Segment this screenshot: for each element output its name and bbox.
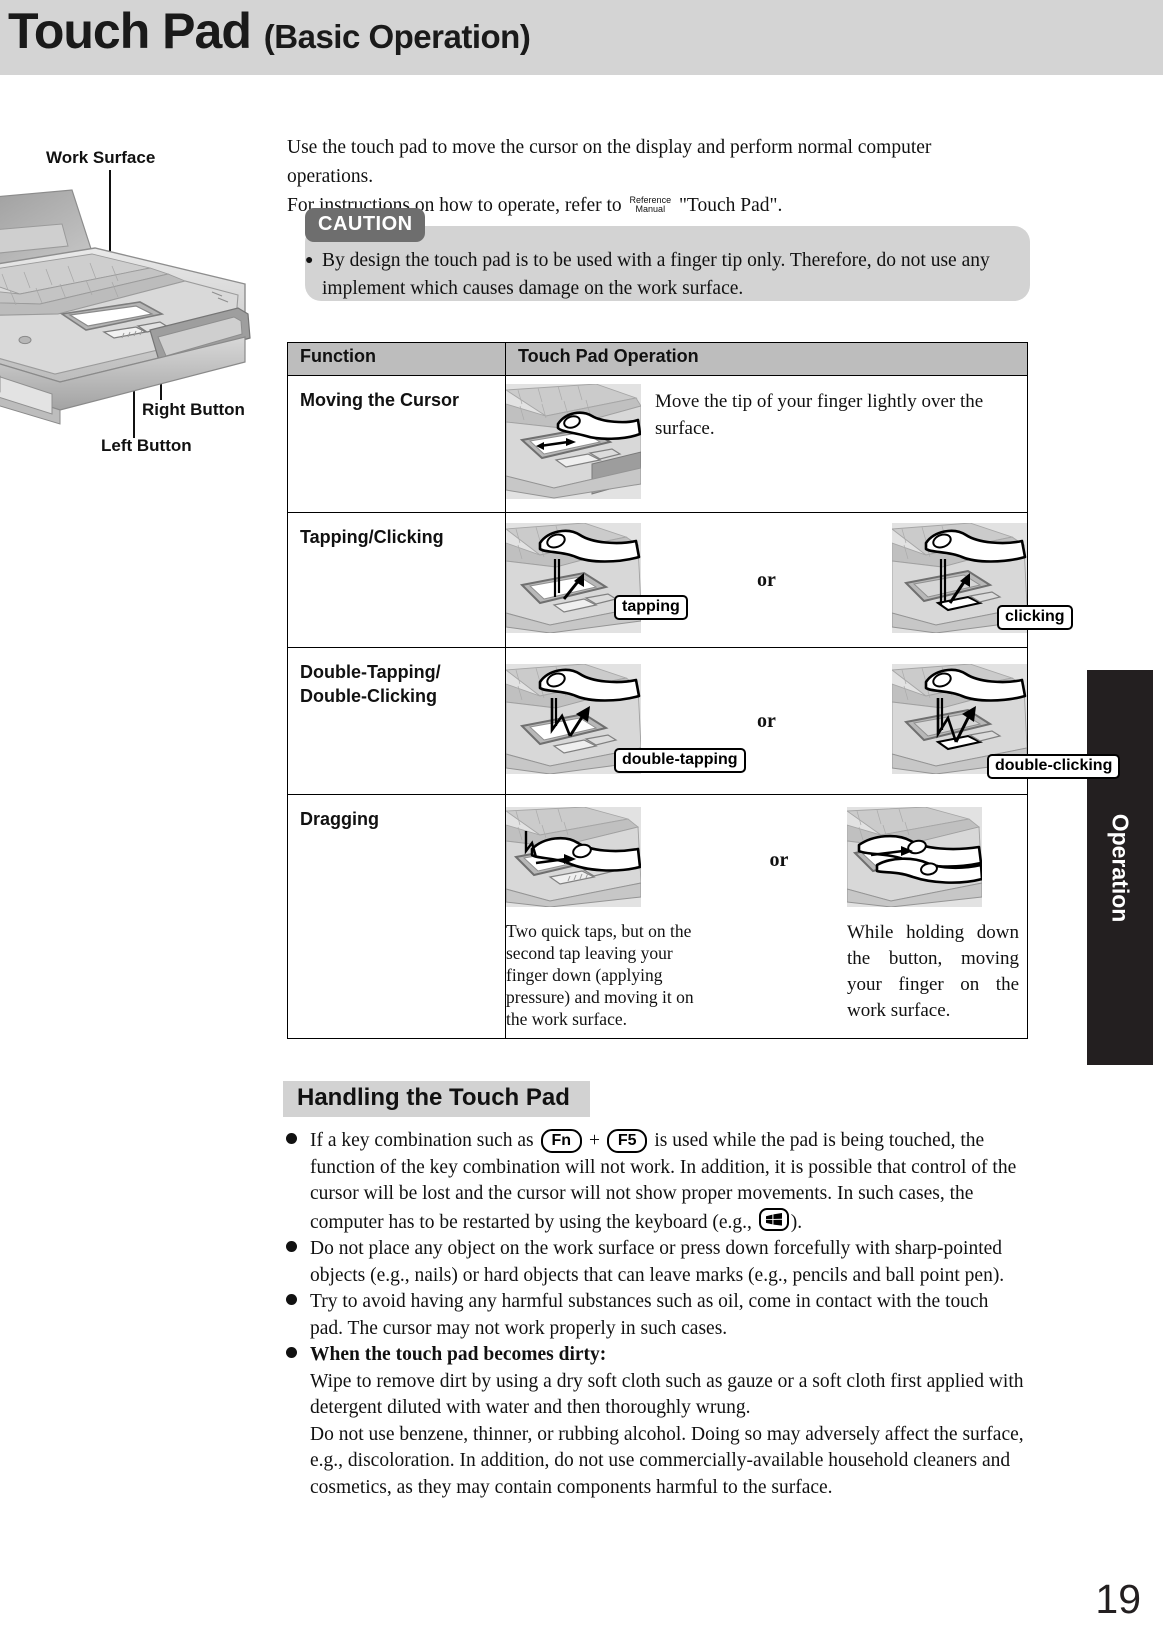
caption-drag-left: Two quick taps, but on the second tap le… <box>506 921 694 1029</box>
row-function-tapping-clicking: Tapping/Clicking <box>287 512 506 648</box>
table-row-dragging: Dragging Two quick taps, but on the seco… <box>287 794 1028 1039</box>
key-fn-icon: Fn <box>540 1129 583 1153</box>
or-separator-double: or <box>641 710 892 733</box>
row-function-line-1: Double-Tapping/ <box>300 662 441 682</box>
reference-manual-icon: Reference Manual <box>630 195 672 215</box>
caution-text: By design the touch pad is to be used wi… <box>322 250 990 299</box>
callout-clicking: clicking <box>997 604 1073 630</box>
or-label: or <box>769 849 789 871</box>
table-row-moving-the-cursor: Moving the Cursor Move the tip of your f… <box>287 375 1028 513</box>
windows-key-icon <box>758 1207 789 1231</box>
laptop-drawing-icon <box>0 189 251 425</box>
touchpad-drag-hold-icon <box>845 806 984 908</box>
bullet-bold-lead: When the touch pad becomes dirty: <box>310 1344 607 1365</box>
caption-drag-right: While holding down the button, moving yo… <box>847 922 1019 1021</box>
or-label: or <box>757 568 776 591</box>
bullet-icon <box>286 1241 297 1252</box>
section-tab-operation: Operation <box>1087 670 1153 1065</box>
row-function-double-tapping-clicking: Double-Tapping/ Double-Clicking <box>287 647 506 795</box>
bullet-paragraph-2: Do not use benzene, thinner, or rubbing … <box>310 1423 1024 1498</box>
handling-bullet-list: If a key combination such as Fn + F5 is … <box>283 1128 1025 1501</box>
reference-manual-line2: Manual <box>635 204 666 214</box>
row-function-moving-the-cursor: Moving the Cursor <box>287 375 506 513</box>
page-title: Touch Pad (Basic Operation) <box>8 2 531 60</box>
handling-bullet-no-objects: Do not place any object on the work surf… <box>283 1236 1025 1289</box>
column-header-operation: Touch Pad Operation <box>505 342 1028 376</box>
drag-column-right: While holding down the button, moving yo… <box>845 806 1027 1024</box>
intro-line-2-after: "Touch Pad". <box>678 195 783 216</box>
touch-pad-operation-table: Function Touch Pad Operation Moving the … <box>287 342 1121 1039</box>
row-operation-tapping-clicking: tapping or clicking <box>504 512 1073 648</box>
handling-bullet-when-dirty: When the touch pad becomes dirty: Wipe t… <box>283 1342 1025 1501</box>
or-separator-dragging: or <box>711 807 847 872</box>
handling-section-heading: Handling the Touch Pad <box>283 1081 590 1117</box>
caution-label: CAUTION <box>318 213 413 235</box>
row-function-dragging: Dragging <box>287 794 506 1039</box>
row-operation-double-tapping-clicking: double-tapping or double-clicking <box>504 647 1121 795</box>
row-function-line-2: Double-Clicking <box>300 686 438 706</box>
intro-line-1: Use the touch pad to move the cursor on … <box>287 137 932 187</box>
intro-paragraph: Use the touch pad to move the cursor on … <box>287 133 1017 220</box>
column-header-function: Function <box>287 342 506 376</box>
key-f5-icon: F5 <box>606 1129 648 1153</box>
callout-double-clicking: double-clicking <box>987 753 1121 779</box>
figure-clicking: clicking <box>890 522 1073 638</box>
bullet-icon <box>286 1294 297 1305</box>
bullet-text-part-3: ). <box>790 1211 803 1233</box>
bullet-icon <box>286 1347 297 1358</box>
page-number: 19 <box>1095 1576 1141 1622</box>
bullet-icon <box>286 1133 297 1144</box>
laptop-illustration-figure: Work Surface Right Button Left Button <box>0 110 275 480</box>
callout-tapping: tapping <box>614 594 688 620</box>
or-separator-tapping: or <box>641 569 892 592</box>
plus-sign: + <box>588 1130 600 1151</box>
handling-bullet-no-harmful-substances: Try to avoid having any harmful substanc… <box>283 1289 1025 1342</box>
table-header-row: Function Touch Pad Operation <box>287 342 1028 376</box>
figure-double-tapping: double-tapping <box>504 663 746 779</box>
figure-moving-cursor <box>504 383 642 504</box>
row-operation-dragging: Two quick taps, but on the second tap le… <box>504 794 1028 1039</box>
bullet-text: Do not place any object on the work surf… <box>310 1238 1005 1286</box>
figure-tapping: tapping <box>504 522 688 638</box>
bullet-paragraph-1: Wipe to remove dirt by using a dry soft … <box>310 1370 1024 1419</box>
touchpad-move-finger-icon <box>504 383 642 499</box>
bullet-text: Try to avoid having any harmful substanc… <box>310 1291 989 1339</box>
bullet-text-part-1: If a key combination such as <box>310 1130 534 1151</box>
caution-bullet-icon: ● <box>305 253 314 268</box>
or-label: or <box>757 709 776 732</box>
handling-bullet-key-combination: If a key combination such as Fn + F5 is … <box>283 1128 1025 1236</box>
page-title-main: Touch Pad <box>8 3 252 59</box>
row-operation-moving-the-cursor: Move the tip of your finger lightly over… <box>504 375 1028 513</box>
callout-double-tapping: double-tapping <box>614 747 746 773</box>
section-tab-label: Operation <box>1107 813 1134 922</box>
description-moving-the-cursor: Move the tip of your finger lightly over… <box>655 391 984 439</box>
caution-label-tab: CAUTION <box>305 208 425 242</box>
table-row-double-tapping-clicking: Double-Tapping/ Double-Clicking double-t… <box>287 647 1121 795</box>
table-row-tapping-clicking: Tapping/Clicking tapping or clicking <box>287 512 1073 648</box>
touchpad-drag-tap-icon <box>504 806 642 908</box>
drag-column-left: Two quick taps, but on the second tap le… <box>504 806 711 1030</box>
figure-double-clicking: double-clicking <box>890 663 1121 779</box>
page-title-sub: (Basic Operation) <box>263 18 531 55</box>
